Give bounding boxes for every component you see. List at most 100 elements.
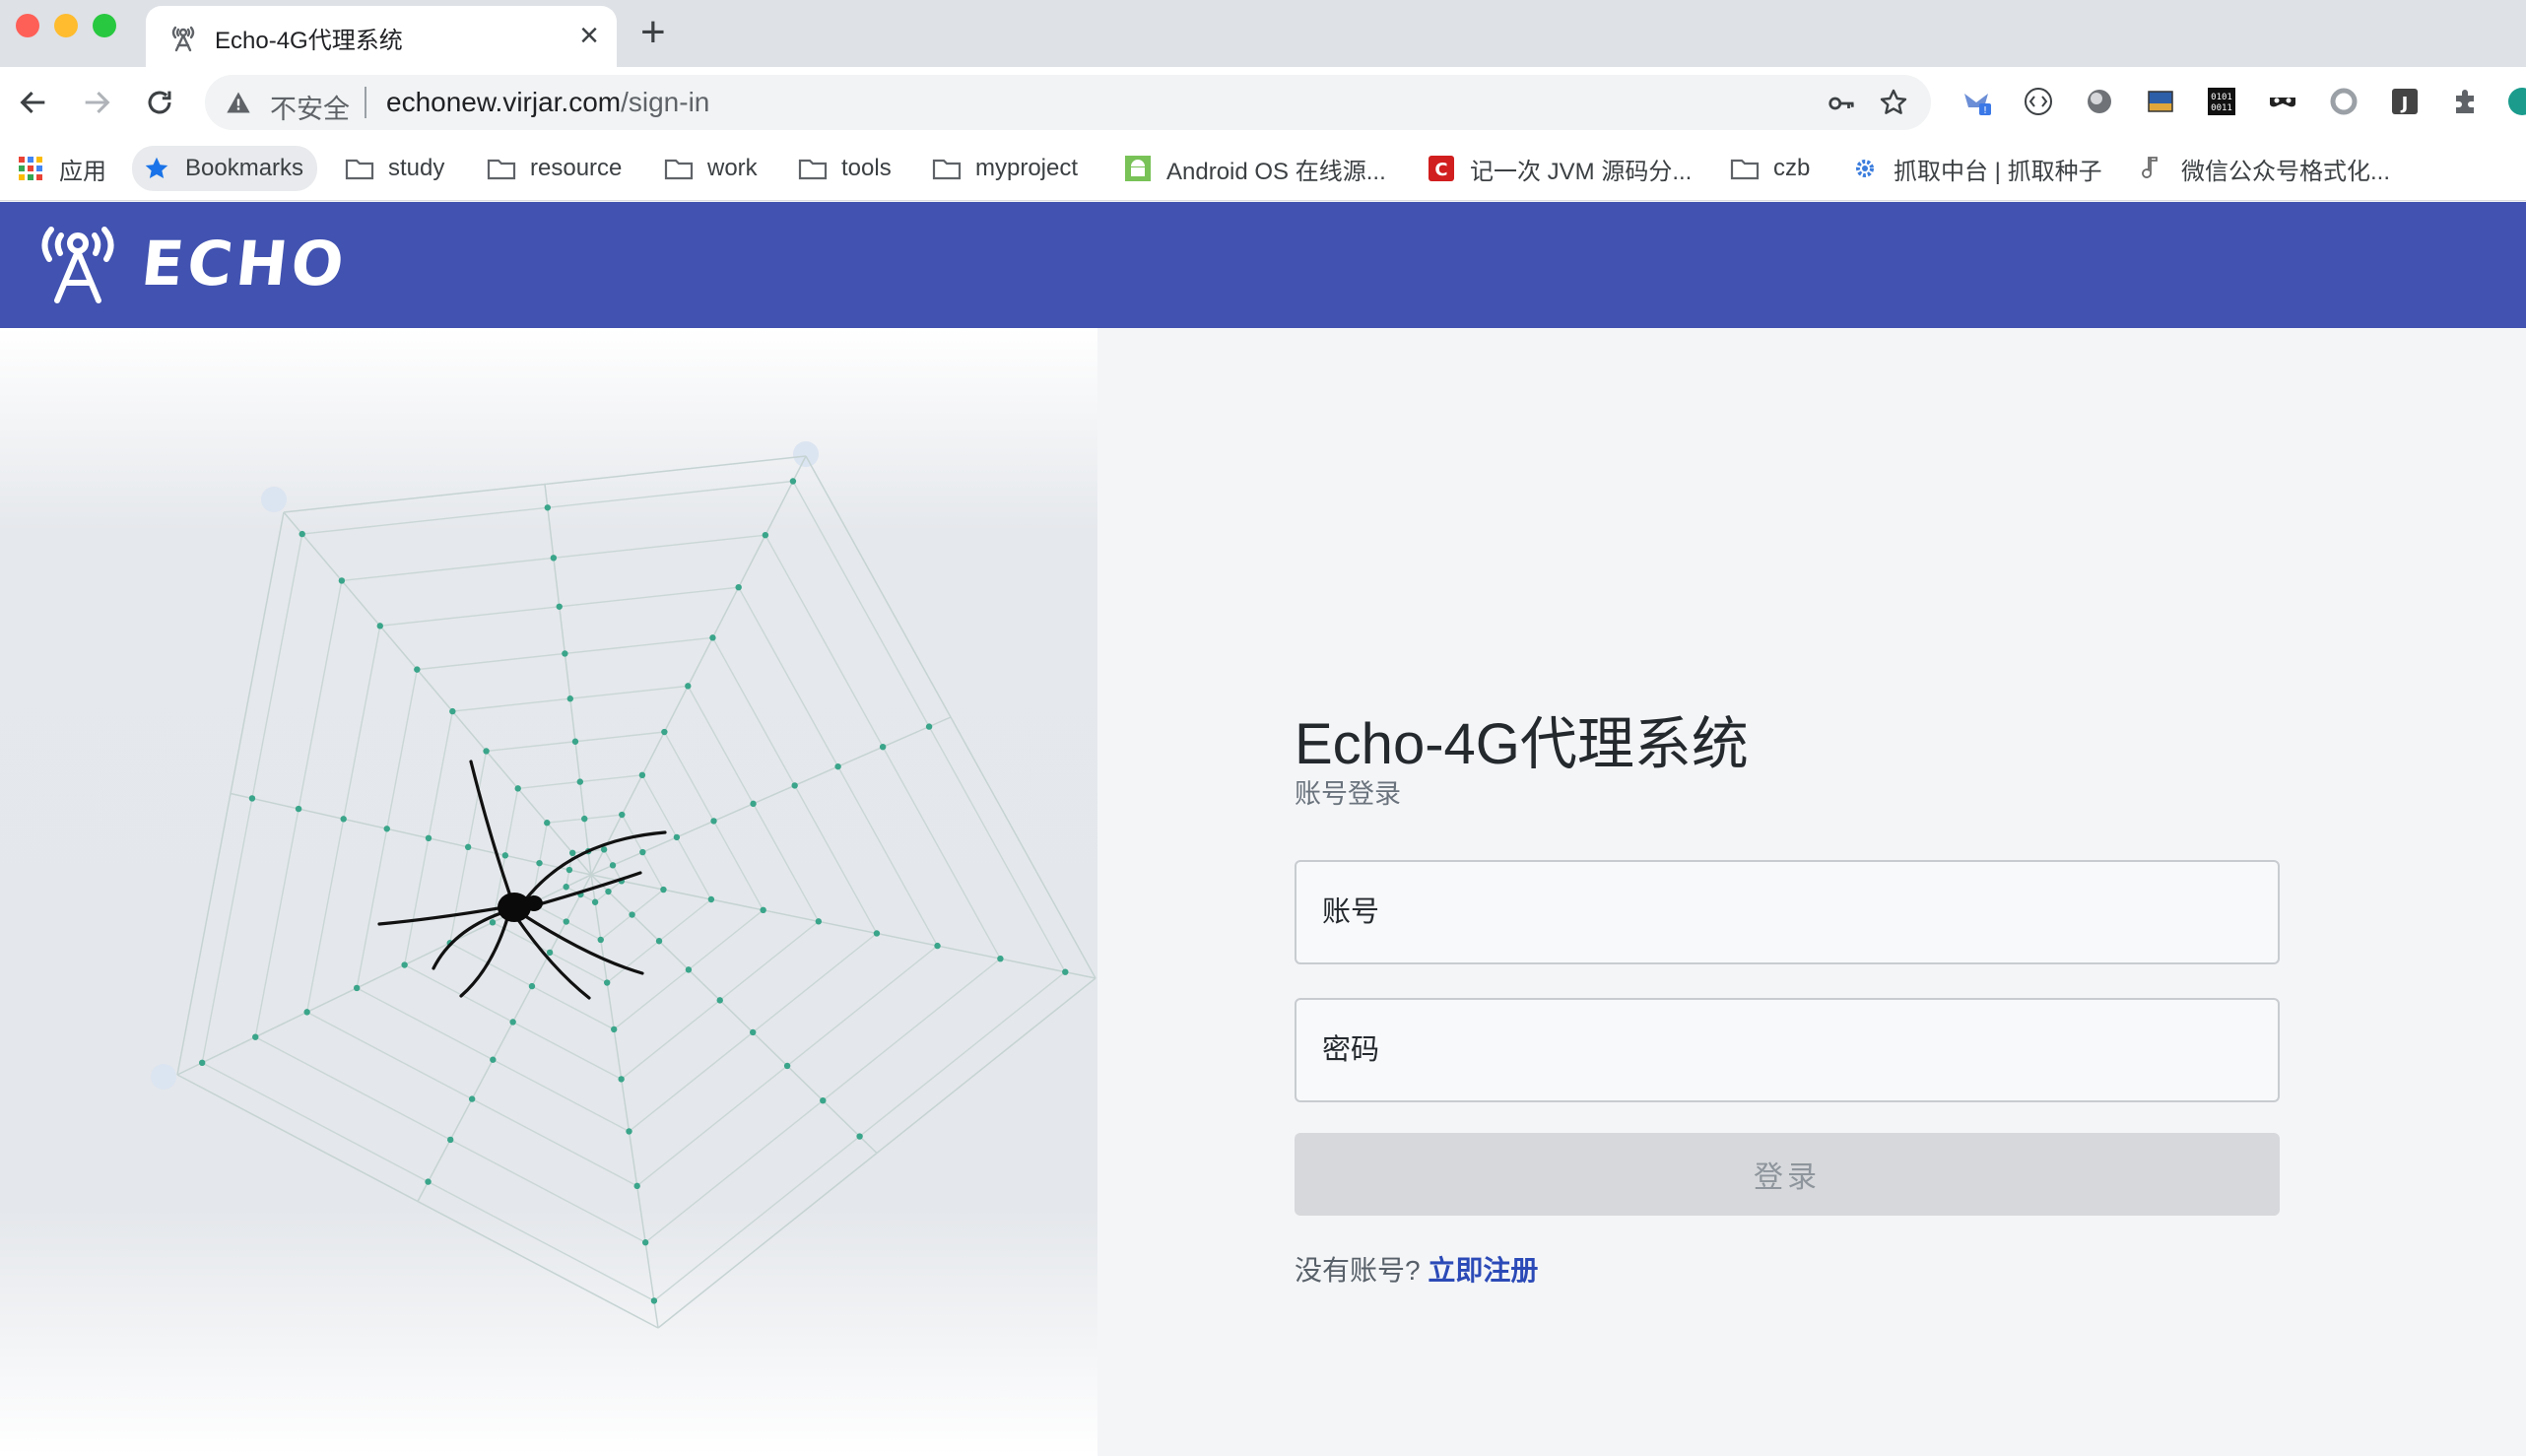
- web-node: [660, 886, 667, 893]
- apps-grid-icon: [16, 154, 45, 183]
- bookmark-folder-study[interactable]: study: [345, 146, 444, 191]
- web-node: [760, 906, 766, 914]
- bookmark-label: 微信公众号格式化...: [2181, 158, 2391, 185]
- web-node: [303, 1009, 310, 1016]
- web-frame: [176, 1074, 659, 1329]
- web-node: [655, 938, 663, 945]
- bookmark-folder-czb[interactable]: czb: [1730, 146, 1810, 191]
- extension-mask-icon[interactable]: [2266, 85, 2299, 118]
- web-node: [626, 1128, 632, 1135]
- bookmark-jvm-article[interactable]: C 记一次 JVM 源码分...: [1427, 146, 1692, 191]
- web-node: [716, 997, 723, 1004]
- register-link[interactable]: 立即注册: [1428, 1255, 1538, 1286]
- bookmark-crawl-platform[interactable]: 抓取中台 | 抓取种子: [1850, 146, 2102, 191]
- web-node: [528, 982, 536, 990]
- web-frame: [805, 455, 1097, 979]
- forward-button[interactable]: [75, 81, 118, 124]
- extension-sphere-icon[interactable]: [2083, 85, 2116, 118]
- extension-code-icon[interactable]: [2022, 85, 2055, 118]
- bookmark-android-os[interactable]: Android OS 在线源...: [1123, 146, 1386, 191]
- web-node: [544, 504, 552, 511]
- web-node: [600, 846, 608, 853]
- bookmark-label: study: [388, 155, 445, 181]
- bookmark-label: 抓取中台 | 抓取种子: [1894, 158, 2102, 185]
- window-maximize-button[interactable]: [93, 14, 116, 37]
- extension-picture-icon[interactable]: [2144, 85, 2177, 118]
- bookmark-folder-work[interactable]: work: [664, 146, 758, 191]
- bookmark-folder-tools[interactable]: tools: [798, 146, 892, 191]
- web-node: [934, 942, 941, 950]
- bookmark-bookmarks[interactable]: Bookmarks: [132, 146, 318, 191]
- web-node: [565, 866, 573, 874]
- folder-icon: [798, 154, 828, 183]
- bookmarks-bar: 应用 Bookmarks study resource work tools m…: [0, 138, 2526, 201]
- reload-button[interactable]: [138, 81, 181, 124]
- url-text[interactable]: echonew.virjar.com/sign-in: [386, 87, 709, 118]
- web-node: [641, 1239, 649, 1246]
- bookmark-star-icon[interactable]: [1878, 87, 1909, 118]
- key-icon[interactable]: [1827, 89, 1856, 118]
- url-path: /sign-in: [621, 87, 710, 117]
- login-button[interactable]: 登录: [1295, 1133, 2280, 1216]
- web-node: [425, 1178, 432, 1185]
- web-node: [609, 862, 617, 869]
- web-node: [199, 1059, 206, 1067]
- reload-icon: [148, 91, 171, 114]
- web-node: [633, 1182, 640, 1190]
- register-row: 没有账号? 立即注册: [1295, 1249, 1538, 1289]
- web-node: [425, 834, 432, 842]
- bookmark-label: resource: [530, 155, 623, 181]
- svg-text:!: !: [1983, 105, 1987, 116]
- extension-binary-icon[interactable]: 0101 0011: [2205, 85, 2238, 118]
- account-input[interactable]: [1295, 860, 2280, 964]
- web-node: [605, 888, 612, 895]
- insecure-label[interactable]: 不安全: [270, 88, 350, 126]
- web-node: [568, 849, 576, 857]
- web-node: [791, 782, 798, 789]
- bookmark-wechat-format[interactable]: 微信公众号格式化...: [2138, 146, 2390, 191]
- browser-tab-active[interactable]: Echo-4G代理系统 ×: [146, 6, 617, 67]
- web-node: [619, 811, 626, 819]
- new-tab-button[interactable]: +: [640, 10, 666, 55]
- web-node: [591, 898, 599, 905]
- web-node: [536, 859, 543, 867]
- web-node: [997, 955, 1004, 962]
- window-minimize-button[interactable]: [54, 14, 78, 37]
- bookmark-folder-resource[interactable]: resource: [487, 146, 622, 191]
- bookmark-label: Android OS 在线源...: [1166, 158, 1386, 185]
- bookmark-folder-myproject[interactable]: myproject: [932, 146, 1078, 191]
- password-input[interactable]: [1295, 998, 2280, 1102]
- web-node: [514, 785, 521, 792]
- web-frame: [176, 511, 285, 1076]
- web-node: [629, 911, 635, 918]
- web-node: [709, 634, 716, 641]
- web-node: [295, 805, 302, 813]
- web-node: [879, 743, 887, 751]
- tab-close-icon[interactable]: ×: [579, 16, 599, 55]
- extensions-puzzle-icon[interactable]: [2449, 85, 2483, 118]
- profile-avatar-icon[interactable]: [2506, 85, 2526, 118]
- web-node: [685, 966, 693, 973]
- web-node: [340, 816, 347, 823]
- extension-mail-icon[interactable]: !: [1961, 85, 1994, 118]
- web-node: [563, 884, 569, 891]
- web-ring: [254, 534, 1002, 1244]
- svg-text:C: C: [1434, 160, 1447, 180]
- extension-ring-icon[interactable]: [2327, 85, 2360, 118]
- window-close-button[interactable]: [16, 14, 39, 37]
- logo-text: ECHO: [138, 228, 352, 299]
- bookmark-apps[interactable]: 应用: [16, 146, 106, 191]
- address-bar[interactable]: 不安全 echonew.virjar.com/sign-in: [205, 75, 1931, 130]
- url-host: echonew.virjar.com: [386, 87, 622, 117]
- web-node: [571, 738, 579, 745]
- web-node: [783, 1062, 791, 1070]
- web-node: [299, 530, 305, 538]
- web-node: [338, 577, 346, 584]
- spider-web-illustration: [0, 328, 1097, 1456]
- warning-triangle-icon: [227, 92, 250, 113]
- web-node: [789, 478, 797, 485]
- music-note-icon: [2138, 154, 2167, 183]
- web-node: [673, 833, 681, 841]
- back-button[interactable]: [12, 81, 55, 124]
- extension-j-icon[interactable]: J: [2388, 85, 2422, 118]
